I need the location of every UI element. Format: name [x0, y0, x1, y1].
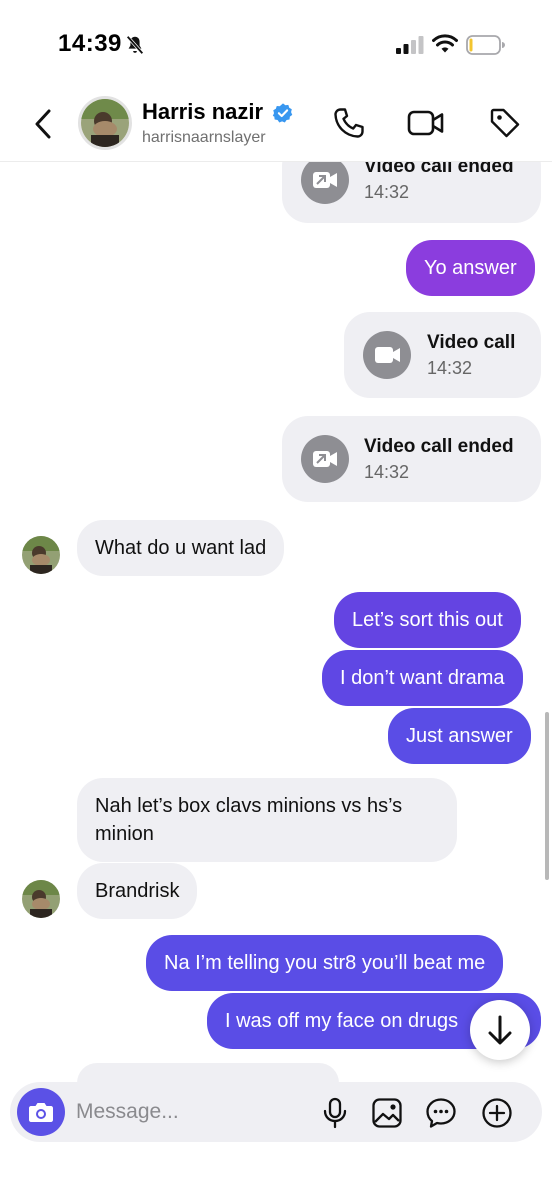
- battery-icon: [466, 35, 505, 55]
- incoming-message[interactable]: Brandrisk: [77, 863, 198, 919]
- video-call-icon: [363, 331, 411, 379]
- outgoing-message[interactable]: Let’s sort this out: [334, 592, 521, 648]
- signal-icon: [396, 36, 424, 54]
- sticker-icon[interactable]: [424, 1096, 458, 1130]
- status-bar: 14:39: [0, 0, 552, 90]
- scroll-to-bottom-button[interactable]: [470, 1000, 530, 1060]
- avatar[interactable]: [78, 96, 132, 150]
- gallery-icon[interactable]: [370, 1096, 404, 1130]
- call-time: 14:32: [427, 358, 473, 378]
- video-icon[interactable]: [406, 106, 446, 140]
- phone-icon[interactable]: [332, 106, 366, 140]
- microphone-icon[interactable]: [318, 1096, 352, 1130]
- message-line: Nah let’s box clavs minions vs hs’s: [95, 795, 403, 817]
- chat-header: Harris nazir harrisnaarnslayer: [0, 90, 552, 162]
- avatar[interactable]: [22, 536, 60, 574]
- status-time: 14:39: [58, 30, 122, 57]
- call-message[interactable]: Video call 14:32: [344, 312, 541, 398]
- camera-button[interactable]: [17, 1088, 65, 1136]
- message-line: minion: [95, 823, 154, 845]
- call-title: Video call ended: [364, 436, 514, 457]
- outgoing-message[interactable]: Yo answer: [406, 240, 535, 296]
- arrow-down-icon: [488, 1015, 512, 1045]
- contact-username: harrisnaarnslayer: [142, 129, 266, 146]
- outgoing-message[interactable]: I don’t want drama: [322, 650, 523, 706]
- outgoing-message[interactable]: Just answer: [388, 708, 531, 764]
- call-title: Video call: [427, 332, 516, 353]
- contact-name[interactable]: Harris nazir: [142, 99, 263, 125]
- call-ended-icon: [301, 156, 349, 204]
- camera-icon: [29, 1103, 53, 1122]
- bell-slash-icon: [126, 35, 144, 55]
- call-message[interactable]: Video call ended 14:32: [282, 416, 541, 502]
- message-composer: [10, 1082, 542, 1142]
- wifi-icon: [432, 34, 458, 53]
- call-time: 14:32: [364, 182, 410, 202]
- avatar-photo: [81, 99, 129, 147]
- plus-icon[interactable]: [480, 1096, 514, 1130]
- bottom-safe-area: [0, 1142, 552, 1200]
- incoming-message[interactable]: Nah let’s box clavs minions vs hs’s mini…: [77, 778, 457, 862]
- outgoing-message[interactable]: Na I’m telling you str8 you’ll beat me: [146, 935, 504, 991]
- tag-icon[interactable]: [488, 106, 522, 140]
- back-icon[interactable]: [28, 104, 60, 144]
- message-input[interactable]: [76, 1096, 306, 1128]
- call-ended-icon: [301, 435, 349, 483]
- verified-badge-icon: [272, 103, 293, 123]
- incoming-message[interactable]: What do u want lad: [77, 520, 285, 576]
- call-time: 14:32: [364, 462, 410, 482]
- scrollbar[interactable]: [545, 712, 549, 880]
- avatar[interactable]: [22, 880, 60, 918]
